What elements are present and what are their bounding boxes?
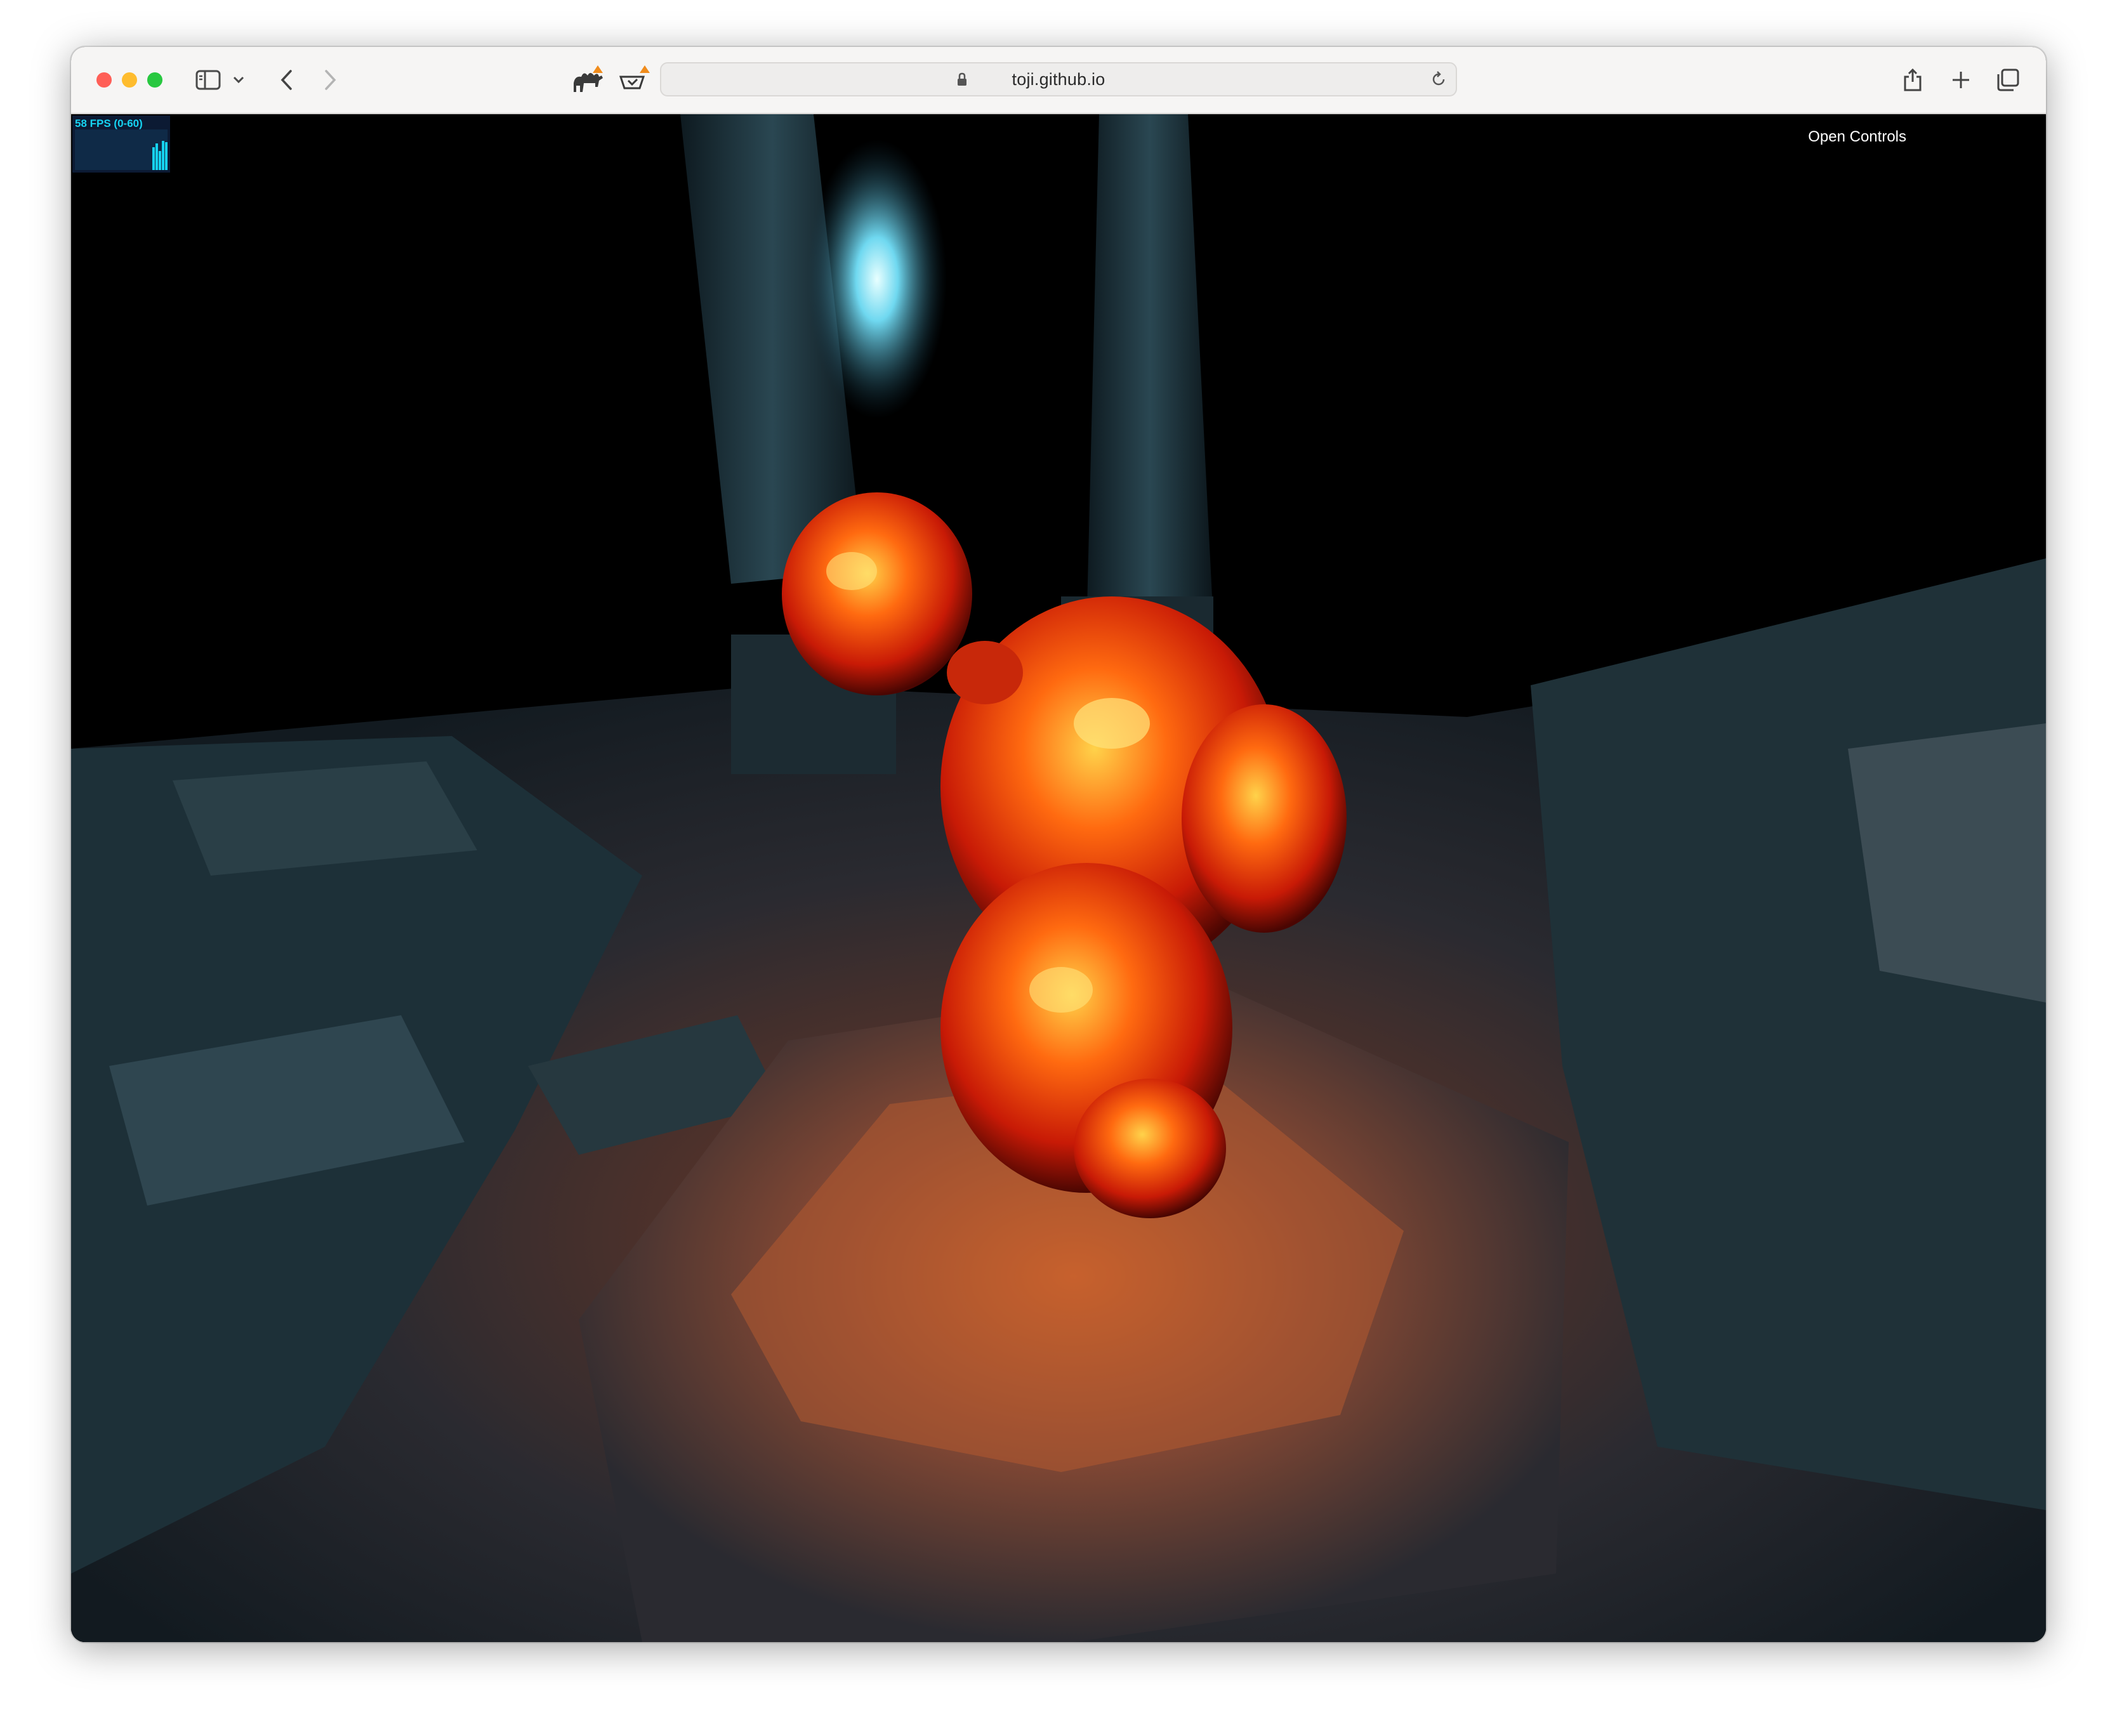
close-window-button[interactable] xyxy=(96,72,112,88)
browser-window: toji.github.io 58 FPS (0-60) Open Contro… xyxy=(71,47,2046,1642)
translate-extension-button[interactable] xyxy=(616,63,654,96)
webgl-canvas[interactable]: 58 FPS (0-60) Open Controls xyxy=(71,114,2046,1642)
back-button[interactable] xyxy=(274,63,300,96)
address-bar[interactable]: toji.github.io xyxy=(660,62,1457,96)
camel-extension-button[interactable] xyxy=(570,63,608,96)
fps-graph xyxy=(75,129,168,170)
warning-badge-icon xyxy=(640,65,650,73)
new-tab-button[interactable] xyxy=(1948,63,1974,96)
tab-overview-icon xyxy=(1997,69,2019,91)
share-icon xyxy=(1904,68,1922,91)
warning-badge-icon xyxy=(593,65,603,73)
new-tab-icon xyxy=(1953,72,1969,88)
zoom-window-button[interactable] xyxy=(147,72,162,88)
forward-icon xyxy=(325,70,336,90)
translate-extension-icon xyxy=(619,65,650,89)
open-controls-button[interactable]: Open Controls xyxy=(1808,128,1906,146)
tab-overview-button[interactable] xyxy=(1994,63,2022,96)
fps-bars xyxy=(152,141,168,170)
sidebar-icon xyxy=(195,70,221,90)
reload-icon[interactable] xyxy=(1430,71,1447,88)
dungeon-scene xyxy=(71,114,2046,1642)
camel-extension-icon xyxy=(574,65,603,92)
back-icon xyxy=(280,70,292,90)
forward-button[interactable] xyxy=(317,63,343,96)
minimize-window-button[interactable] xyxy=(122,72,137,88)
chevron-down-icon xyxy=(233,76,244,84)
browser-toolbar: toji.github.io xyxy=(71,47,2046,114)
fps-text: 58 FPS (0-60) xyxy=(75,117,143,129)
url-text: toji.github.io xyxy=(1012,70,1105,89)
sidebar-button[interactable] xyxy=(193,63,223,96)
fps-counter[interactable]: 58 FPS (0-60) xyxy=(72,115,170,173)
share-button[interactable] xyxy=(1900,63,1925,96)
sidebar-menu-button[interactable] xyxy=(231,63,246,96)
